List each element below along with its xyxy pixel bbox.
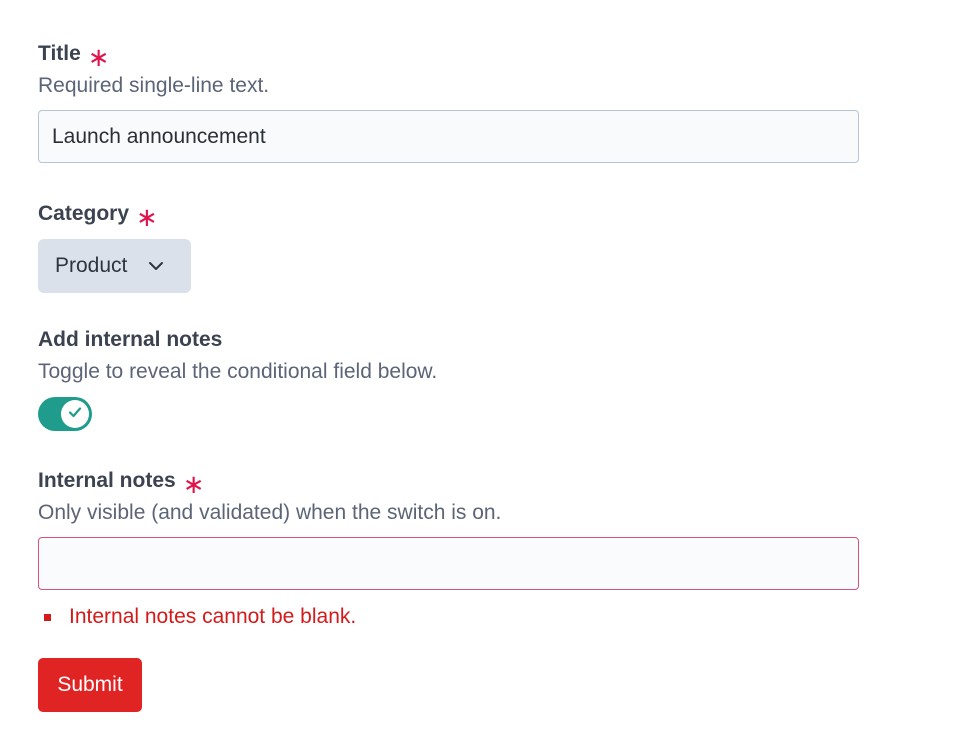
category-label-row: Category ∗ — [38, 199, 191, 232]
required-indicator: ∗ — [136, 202, 158, 232]
chevron-down-icon — [147, 257, 165, 275]
category-field: Category ∗ Product — [38, 199, 191, 293]
title-hint: Required single-line text. — [38, 74, 270, 97]
error-message: Internal notes cannot be blank. — [69, 605, 357, 628]
toggle-label-row: Add internal notes — [38, 325, 437, 355]
switch-knob — [61, 400, 89, 428]
category-selected-value: Product — [55, 254, 128, 277]
title-label: Title — [38, 42, 81, 65]
submit-button[interactable]: Submit — [38, 658, 142, 712]
internal-notes-toggle-field: Add internal notes Toggle to reveal the … — [38, 325, 437, 436]
toggle-hint: Toggle to reveal the conditional field b… — [38, 360, 438, 383]
validation-error: Internal notes cannot be blank. — [44, 603, 356, 631]
internal-notes-input[interactable] — [38, 537, 859, 590]
category-select[interactable]: Product — [38, 239, 191, 293]
error-bullet-icon — [44, 613, 51, 621]
category-label: Category — [38, 202, 130, 225]
notes-label: Internal notes — [38, 469, 176, 492]
internal-notes-field: Internal notes ∗ Only visible (and valid… — [38, 466, 859, 590]
title-input[interactable] — [38, 110, 859, 163]
form: Title ∗ Required single-line text. Categ… — [0, 0, 960, 750]
required-indicator: ∗ — [182, 469, 205, 499]
title-label-row: Title ∗ — [38, 39, 859, 72]
notes-label-row: Internal notes ∗ — [38, 466, 859, 499]
notes-hint: Only visible (and validated) when the sw… — [38, 501, 502, 524]
title-field: Title ∗ Required single-line text. — [38, 39, 859, 163]
check-icon — [66, 403, 84, 426]
toggle-label: Add internal notes — [38, 328, 223, 351]
required-indicator: ∗ — [87, 42, 110, 72]
internal-notes-switch[interactable] — [38, 397, 92, 431]
